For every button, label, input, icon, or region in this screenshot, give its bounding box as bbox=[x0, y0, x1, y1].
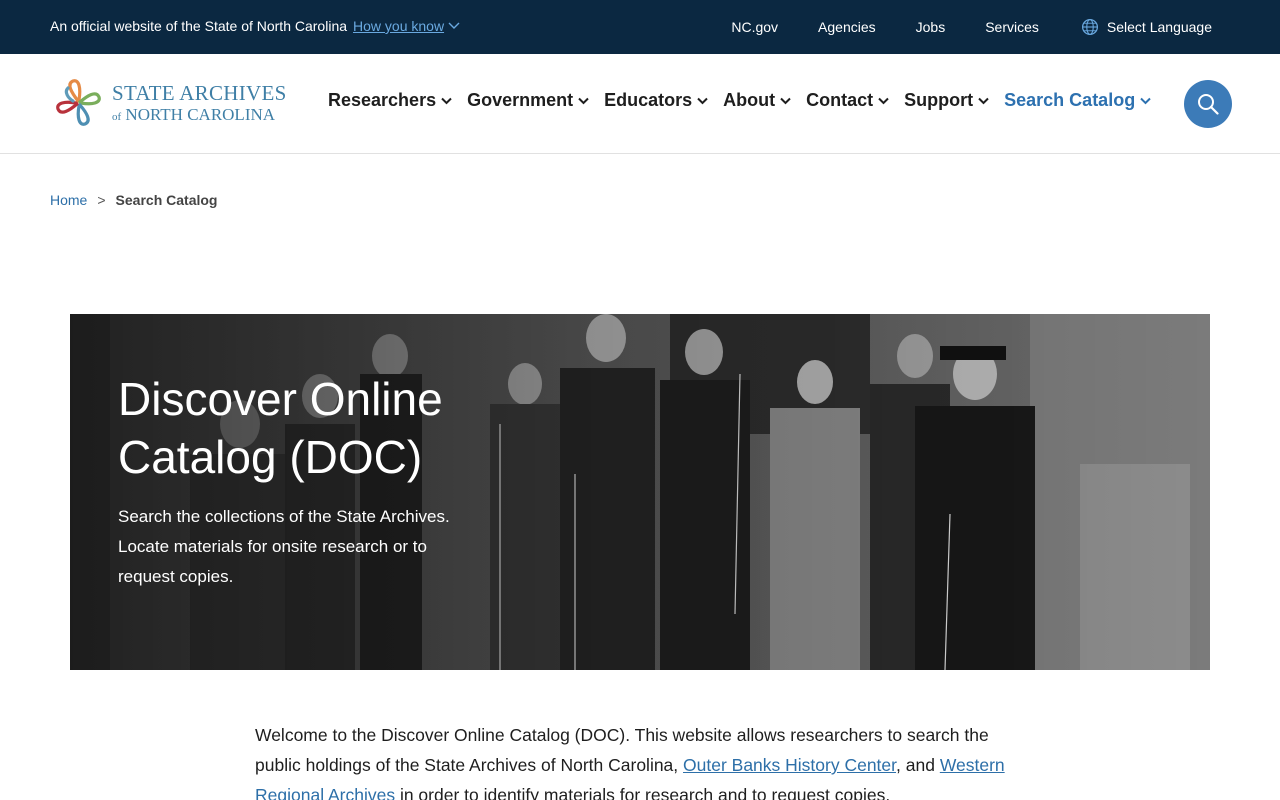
how-you-know-link[interactable]: How you know bbox=[353, 18, 460, 34]
chevron-down-icon bbox=[441, 97, 452, 104]
services-link[interactable]: Services bbox=[985, 19, 1039, 35]
globe-icon bbox=[1081, 18, 1098, 36]
chevron-down-icon bbox=[978, 97, 989, 104]
nav-contact[interactable]: Contact bbox=[806, 90, 889, 111]
hero-description: Search the collections of the State Arch… bbox=[118, 507, 450, 586]
hero-photo bbox=[70, 314, 1210, 670]
nav-educators[interactable]: Educators bbox=[604, 90, 708, 111]
hero-title: Discover Online Catalog (DOC) bbox=[118, 373, 443, 483]
chevron-down-icon bbox=[1140, 97, 1151, 104]
search-icon bbox=[1198, 94, 1219, 115]
clover-logo-icon bbox=[56, 79, 101, 126]
nav-contact-label: Contact bbox=[806, 90, 874, 110]
intro-text-3: in order to identify materials for resea… bbox=[395, 785, 891, 800]
official-notice: An official website of the State of Nort… bbox=[50, 18, 460, 34]
chevron-down-icon bbox=[578, 97, 589, 104]
chevron-down-icon bbox=[448, 22, 460, 29]
nc-gov-link[interactable]: NC.gov bbox=[731, 19, 778, 35]
logo-line-2: of NORTH CAROLINA bbox=[112, 106, 287, 123]
logo-line-1: STATE ARCHIVES bbox=[112, 81, 287, 105]
nav-search-catalog[interactable]: Search Catalog bbox=[1004, 90, 1151, 111]
official-text: An official website of the State of Nort… bbox=[50, 18, 348, 34]
chevron-down-icon bbox=[878, 97, 889, 104]
breadcrumb-home-link[interactable]: Home bbox=[50, 192, 87, 208]
intro-text-2: , and bbox=[896, 755, 940, 775]
outer-banks-history-center-link[interactable]: Outer Banks History Center bbox=[683, 755, 896, 775]
breadcrumb: Home > Search Catalog bbox=[50, 192, 217, 208]
breadcrumb-separator: > bbox=[97, 192, 106, 208]
logo-of: of bbox=[112, 111, 122, 123]
gov-links: NC.gov Agencies Jobs Services Select Lan… bbox=[691, 18, 1212, 36]
logo-wordmark: STATE ARCHIVES of NORTH CAROLINA bbox=[112, 81, 287, 124]
language-label: Select Language bbox=[1106, 19, 1212, 35]
jobs-link[interactable]: Jobs bbox=[916, 19, 946, 35]
language-selector[interactable]: Select Language bbox=[1081, 18, 1212, 36]
nav-researchers[interactable]: Researchers bbox=[328, 90, 452, 111]
nav-about[interactable]: About bbox=[723, 90, 791, 111]
nav-educators-label: Educators bbox=[604, 90, 693, 110]
hero-banner: Discover Online Catalog (DOC) Search the… bbox=[70, 314, 1210, 670]
site-header: STATE ARCHIVES of NORTH CAROLINA Researc… bbox=[0, 54, 1280, 154]
site-logo[interactable]: STATE ARCHIVES of NORTH CAROLINA bbox=[52, 76, 287, 130]
nav-search-catalog-label: Search Catalog bbox=[1004, 90, 1136, 110]
nav-support[interactable]: Support bbox=[904, 90, 989, 111]
logo-line-2-text: NORTH CAROLINA bbox=[125, 105, 276, 124]
intro-paragraph: Welcome to the Discover Online Catalog (… bbox=[255, 720, 1035, 800]
government-banner: An official website of the State of Nort… bbox=[0, 0, 1280, 54]
agencies-link[interactable]: Agencies bbox=[818, 19, 876, 35]
breadcrumb-current: Search Catalog bbox=[115, 192, 218, 208]
how-you-know-label: How you know bbox=[353, 18, 445, 34]
nav-government-label: Government bbox=[467, 90, 574, 110]
nav-researchers-label: Researchers bbox=[328, 90, 437, 110]
site-search-button[interactable] bbox=[1184, 80, 1232, 128]
nav-about-label: About bbox=[723, 90, 776, 110]
nav-support-label: Support bbox=[904, 90, 974, 110]
main-navigation: Researchers Government Educators About C… bbox=[328, 90, 1166, 111]
chevron-down-icon bbox=[697, 97, 708, 104]
nav-government[interactable]: Government bbox=[467, 90, 589, 111]
chevron-down-icon bbox=[780, 97, 791, 104]
